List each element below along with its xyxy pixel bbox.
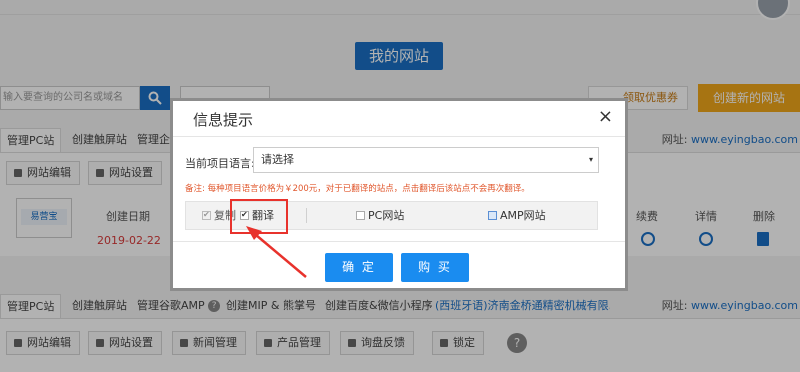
dialog-header: 信息提示 × [173,101,625,137]
chevron-down-icon: ▾ [588,155,593,164]
info-dialog: 信息提示 × 当前项目语言: 请选择 ▾ 备注: 每种项目语言价格为￥200元，… [170,98,628,291]
language-label: 当前项目语言: [185,157,255,170]
option-pc-label: PC网站 [368,209,405,222]
options-divider [306,208,307,223]
dialog-title: 信息提示 [193,111,254,129]
option-pc[interactable]: PC网站 [356,202,404,229]
translate-highlight-box [230,199,288,234]
price-note: 备注: 每种项目语言价格为￥200元，对于已翻译的站点，点击翻译后该站点不会再次… [185,184,530,194]
language-select[interactable]: 请选择 ▾ [253,147,599,173]
language-select-value: 请选择 [261,153,294,166]
buy-button[interactable]: 购 买 [401,253,469,282]
close-icon[interactable]: × [598,107,613,127]
option-amp[interactable]: AMP网站 [488,202,546,229]
copy-checkbox [202,208,211,222]
confirm-button[interactable]: 确 定 [325,253,393,282]
amp-checkbox[interactable] [488,210,497,220]
dialog-footer-divider [173,241,625,242]
pc-checkbox[interactable] [356,210,365,220]
option-amp-label: AMP网站 [500,209,546,222]
